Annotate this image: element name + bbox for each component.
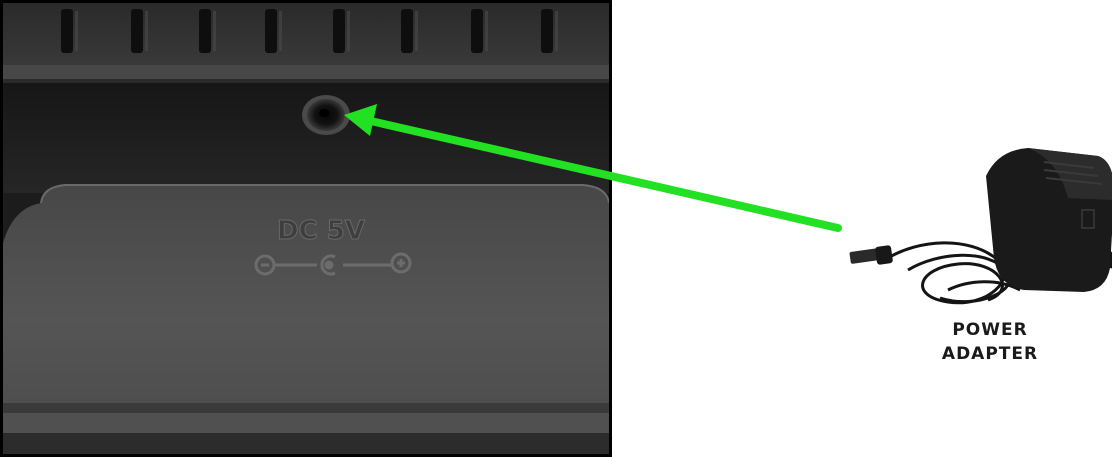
top-ribbed-panel (3, 3, 609, 73)
device-photo: DC 5V (0, 0, 612, 457)
caption-line-2: ADAPTER (941, 344, 1039, 364)
power-adapter-caption: POWER ADAPTER (930, 318, 1050, 366)
device-illustration: DC 5V (3, 3, 609, 454)
caption-line-1: POWER (952, 320, 1028, 340)
embossed-text: DC 5V (277, 216, 365, 246)
recessed-panel (3, 83, 609, 193)
power-adapter-image (849, 148, 1112, 305)
